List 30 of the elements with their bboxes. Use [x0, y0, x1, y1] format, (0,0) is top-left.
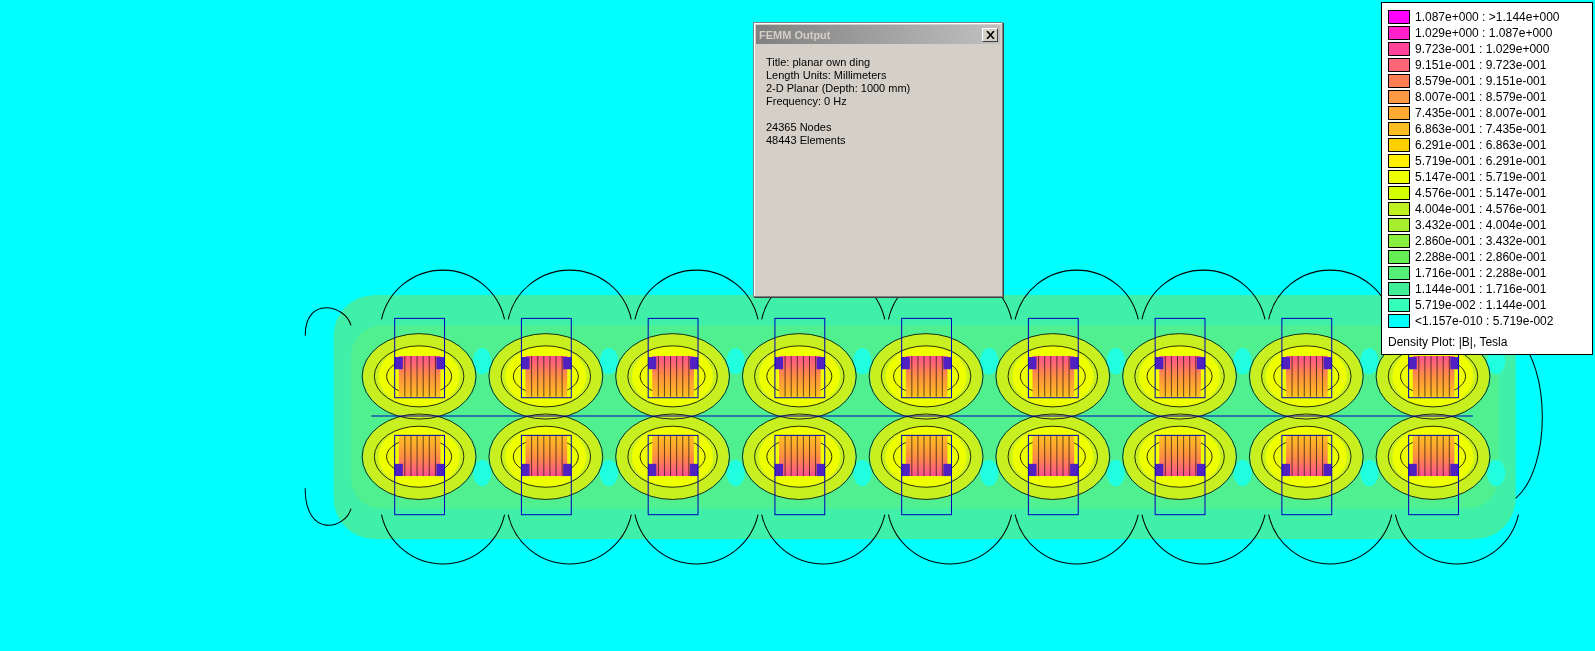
legend-range-text: 8.007e-001 : 8.579e-001: [1415, 90, 1547, 104]
legend-range-text: 7.435e-001 : 8.007e-001: [1415, 106, 1547, 120]
legend-range-text: 1.716e-001 : 2.288e-001: [1415, 266, 1547, 280]
legend-range-text: 8.579e-001 : 9.151e-001: [1415, 74, 1547, 88]
legend-range-text: 2.860e-001 : 3.432e-001: [1415, 234, 1547, 248]
info-text: Frequency: 0 Hz: [766, 95, 848, 108]
legend-range-text: 2.288e-001 : 2.860e-001: [1415, 250, 1547, 264]
legend-range-text: 5.719e-001 : 6.291e-001: [1415, 154, 1547, 168]
close-button[interactable]: [982, 27, 998, 42]
legend-range-text: 5.719e-002 : 1.144e-001: [1415, 298, 1547, 312]
dialog-title: FEMM Output: [759, 28, 831, 41]
legend-range-text: 6.863e-001 : 7.435e-001: [1415, 122, 1547, 136]
info-text: 2-D Planar (Depth: 1000 mm): [766, 82, 912, 95]
mesh-stat-text: 48443 Elements: [766, 134, 847, 147]
close-icon: [985, 30, 995, 39]
legend-range-text: 4.576e-001 : 5.147e-001: [1415, 186, 1547, 200]
legend-range-text: 5.147e-001 : 5.719e-001: [1415, 170, 1547, 184]
legend-range-text: 1.087e+000 : >1.144e+000: [1415, 10, 1560, 24]
legend-caption: Density Plot: |B|, Tesla: [1388, 335, 1509, 349]
info-text: Title: planar own ding: [766, 56, 872, 69]
legend-range-text: 4.004e-001 : 4.576e-001: [1415, 202, 1547, 216]
info-text: Length Units: Millimeters: [766, 69, 888, 82]
legend-range-text: 3.432e-001 : 4.004e-001: [1415, 218, 1547, 232]
legend-range-text: 6.291e-001 : 6.863e-001: [1415, 138, 1547, 152]
legend-range-text: 1.029e+000 : 1.087e+000: [1415, 26, 1553, 40]
legend-range-text: 1.144e-001 : 1.716e-001: [1415, 282, 1547, 296]
legend-range-text: 9.151e-001 : 9.723e-001: [1415, 58, 1547, 72]
mesh-stat-text: 24365 Nodes: [766, 121, 833, 134]
legend-range-text: <1.157e-010 : 5.719e-002: [1415, 314, 1554, 328]
legend-range-text: 9.723e-001 : 1.029e+000: [1415, 42, 1550, 56]
